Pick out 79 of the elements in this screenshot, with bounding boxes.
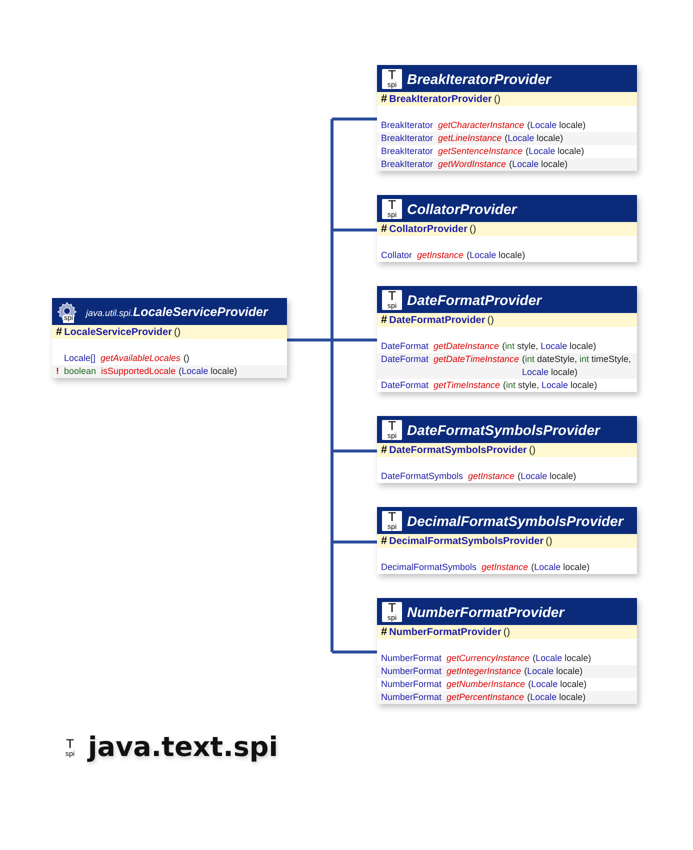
class-name: CollatorProvider	[407, 200, 517, 216]
method-name: getCurrencyInstance	[446, 652, 530, 665]
parameter-list: (int dateStyle, int timeStyle, Locale locale)	[522, 353, 633, 379]
constructor-name: DateFormatSymbolsProvider	[389, 444, 527, 456]
method-name: getWordInstance	[438, 158, 506, 171]
return-type: NumberFormat	[381, 678, 442, 691]
visibility-mark: #	[56, 326, 62, 338]
return-type: boolean	[64, 365, 96, 378]
parameter-list: (Locale locale)	[527, 119, 633, 132]
return-type: Collator	[381, 249, 412, 262]
parameter-list: ()	[528, 444, 536, 456]
class-name: DateFormatProvider	[407, 292, 542, 308]
method-name: isSupportedLocale	[101, 365, 176, 378]
method-name: getInstance	[468, 470, 515, 483]
modifier-mark: !	[56, 365, 60, 378]
parameter-list: (int style, Locale locale)	[502, 379, 633, 392]
return-type: DateFormatSymbols	[381, 470, 464, 483]
visibility-mark: #	[381, 626, 388, 638]
return-type: BreakIterator	[381, 158, 434, 171]
parameter-list: ()	[174, 326, 181, 338]
constructor-name: LocaleServiceProvider	[64, 326, 172, 338]
return-type: DateFormat	[381, 340, 429, 353]
constructor-name: NumberFormatProvider	[389, 626, 502, 638]
parameter-list: (Locale locale)	[524, 665, 633, 678]
return-type: DecimalFormatSymbols	[381, 561, 477, 574]
constructor-name: DecimalFormatSymbolsProvider	[389, 536, 544, 546]
method-name: getNumberInstance	[446, 678, 526, 691]
return-type: DateFormat	[381, 379, 429, 392]
method-name: getAvailableLocales	[100, 352, 180, 365]
visibility-mark: #	[381, 314, 388, 326]
parameter-list: ()	[503, 626, 510, 638]
method-name: getInstance	[482, 561, 528, 574]
parameter-list: (Locale locale)	[518, 470, 633, 483]
constructor-name: DateFormatProvider	[389, 314, 486, 326]
method-name: getPercentInstance	[446, 691, 524, 704]
parameter-list: ()	[546, 536, 552, 546]
parameter-list: (Locale locale)	[178, 365, 283, 378]
visibility-mark: #	[381, 535, 388, 547]
parameter-list: (Locale locale)	[528, 678, 633, 691]
return-type: NumberFormat	[381, 691, 442, 704]
visibility-mark: #	[381, 223, 388, 235]
visibility-mark: #	[381, 93, 388, 105]
class-name: DecimalFormatSymbolsProvider	[407, 512, 624, 528]
parameter-list: ()	[494, 94, 501, 104]
parameter-list: ()	[487, 314, 494, 326]
parameter-list: (int style, Locale locale)	[502, 340, 633, 353]
method-name: getDateTimeInstance	[434, 353, 519, 366]
parameter-list: (Locale locale)	[504, 132, 633, 145]
parameter-list: ()	[183, 352, 283, 365]
method-name: getCharacterInstance	[438, 119, 524, 132]
class-name: NumberFormatProvider	[407, 604, 564, 620]
return-type: BreakIterator	[381, 132, 434, 145]
method-name: getSentenceInstance	[438, 145, 523, 158]
visibility-mark: #	[381, 444, 388, 456]
class-name: BreakIteratorProvider	[407, 70, 551, 86]
class-name: LocaleServiceProvider	[133, 304, 268, 318]
return-type: NumberFormat	[381, 652, 442, 665]
parameter-list: (Locale locale)	[532, 652, 633, 665]
constructor-name: BreakIteratorProvider	[389, 94, 492, 104]
parameter-list: ()	[469, 224, 476, 234]
package-name: java.util.spi.	[86, 308, 134, 318]
return-type: DateFormat	[381, 353, 429, 366]
method-name: getInstance	[417, 249, 464, 262]
return-type: Locale[]	[64, 352, 96, 365]
parameter-list: (Locale locale)	[527, 691, 633, 704]
parameter-list: (Locale locale)	[531, 561, 633, 574]
method-name: getDateInstance	[434, 340, 500, 353]
return-type: NumberFormat	[381, 665, 442, 678]
package-title: java.text.spi	[88, 732, 278, 763]
method-name: getTimeInstance	[434, 379, 500, 392]
parameter-list: (Locale locale)	[466, 249, 633, 262]
parameter-list: (Locale locale)	[526, 145, 633, 158]
return-type: BreakIterator	[381, 119, 434, 132]
return-type: BreakIterator	[381, 145, 434, 158]
method-name: getLineInstance	[438, 132, 502, 145]
constructor-name: CollatorProvider	[389, 224, 468, 234]
parameter-list: (Locale locale)	[509, 158, 633, 171]
class-name: DateFormatSymbolsProvider	[407, 422, 600, 438]
method-name: getIntegerInstance	[446, 665, 522, 678]
